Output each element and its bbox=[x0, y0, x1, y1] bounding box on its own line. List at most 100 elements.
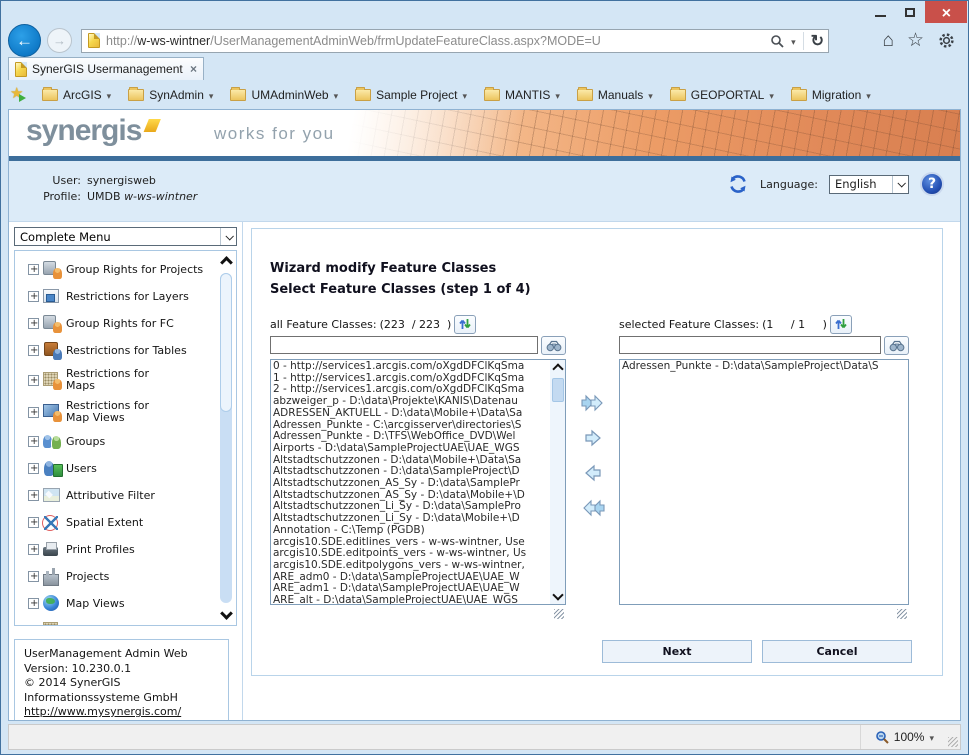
favorites-bar-star-icon[interactable] bbox=[10, 84, 28, 103]
print-profiles-icon bbox=[42, 540, 63, 559]
scrollbar-thumb[interactable] bbox=[551, 378, 564, 402]
expand-plus-icon[interactable] bbox=[28, 317, 39, 330]
expand-plus-icon[interactable] bbox=[28, 263, 39, 276]
minimize-button[interactable] bbox=[865, 1, 895, 23]
expand-plus-icon[interactable] bbox=[30, 624, 38, 625]
search-selected-button[interactable] bbox=[884, 336, 909, 355]
menu-mode-select[interactable]: Complete Menu bbox=[14, 227, 237, 246]
expand-plus-icon[interactable] bbox=[28, 435, 39, 448]
all-fc-scrollbar[interactable] bbox=[550, 360, 565, 604]
favorites-bar-item[interactable]: GEOPORTAL bbox=[669, 86, 774, 102]
profile-label: Profile: bbox=[43, 190, 81, 203]
expand-plus-icon[interactable] bbox=[28, 489, 39, 502]
help-button[interactable]: ? bbox=[920, 172, 944, 196]
feature-class-item[interactable]: arcgis10.SDE.editpolygons_vers - w-ws-wi… bbox=[273, 559, 565, 572]
window-resize-grip[interactable] bbox=[948, 737, 958, 747]
menu-tree-item[interactable]: Group Rights for FC bbox=[28, 314, 214, 333]
menu-item-label: Restrictions for Layers bbox=[66, 289, 189, 303]
feature-class-item[interactable]: Airports - D:\data\SampleProjectUAE\UAE_… bbox=[273, 442, 565, 455]
address-bar[interactable]: http://w-ws-wintner/UserManagementAdminW… bbox=[81, 28, 829, 53]
scrollbar-thumb[interactable] bbox=[220, 273, 232, 412]
back-button[interactable] bbox=[8, 24, 41, 57]
favorites-bar-item[interactable]: Sample Project bbox=[355, 86, 467, 102]
move-right-button[interactable] bbox=[580, 428, 606, 450]
menu-tree-item[interactable]: Projects bbox=[28, 567, 214, 586]
zoom-control[interactable]: 100% bbox=[859, 725, 934, 749]
feature-class-item[interactable]: Annotation - C:\Temp (PGDB) bbox=[273, 524, 565, 537]
menu-tree-item[interactable]: Spatial Extent bbox=[28, 513, 214, 532]
menu-tree-item[interactable]: Restrictions for Map Views bbox=[28, 400, 214, 424]
move-all-right-button[interactable] bbox=[580, 393, 606, 415]
expand-plus-icon[interactable] bbox=[28, 462, 39, 475]
menu-tree-item[interactable]: Restrictions for Layers bbox=[28, 287, 214, 306]
all-fc-listbox[interactable]: 0 - http://services1.arcgis.com/oXgdDFCl… bbox=[270, 359, 566, 605]
feature-class-item[interactable]: ARE_alt - D:\data\SampleProjectUAE\UAE_W… bbox=[273, 594, 565, 604]
menu-tree-scrollbar[interactable] bbox=[217, 252, 235, 624]
listbox-resize-grip[interactable] bbox=[554, 609, 564, 619]
favorites-bar-item[interactable]: UMAdminWeb bbox=[230, 86, 338, 102]
menu-tree-item[interactable]: Group Rights for Projects bbox=[28, 260, 214, 279]
selected-fc-search-input[interactable] bbox=[619, 336, 881, 354]
scroll-up-icon[interactable] bbox=[219, 256, 233, 269]
settings-gear-icon[interactable] bbox=[937, 31, 956, 50]
scroll-down-icon[interactable] bbox=[219, 607, 233, 620]
move-all-left-button[interactable] bbox=[580, 498, 606, 520]
sort-selected-button[interactable] bbox=[829, 314, 852, 334]
favorite-label: SynAdmin bbox=[149, 87, 204, 102]
refresh-page-icon[interactable] bbox=[811, 31, 824, 51]
expand-plus-icon[interactable] bbox=[28, 406, 39, 419]
scroll-down-icon[interactable] bbox=[551, 589, 564, 601]
expand-plus-icon[interactable] bbox=[28, 344, 39, 357]
menu-tree-item[interactable]: Print Profiles bbox=[28, 540, 214, 559]
search-dropdown-icon[interactable] bbox=[791, 34, 796, 48]
search-all-button[interactable] bbox=[541, 336, 566, 355]
feature-class-item[interactable]: 0 - http://services1.arcgis.com/oXgdDFCl… bbox=[273, 360, 565, 373]
menu-tree-item[interactable]: Attributive Filter bbox=[28, 486, 214, 505]
menu-tree-item[interactable]: Restrictions for Tables bbox=[28, 341, 214, 360]
synergis-link[interactable]: http://www.mysynergis.com/ bbox=[24, 705, 181, 718]
expand-plus-icon[interactable] bbox=[28, 374, 39, 387]
menu-tree-item[interactable]: Groups bbox=[28, 432, 214, 451]
sidebar: Complete Menu Group Rights for Projects bbox=[9, 222, 243, 720]
home-icon[interactable] bbox=[882, 30, 893, 52]
listbox-resize-grip[interactable] bbox=[897, 609, 907, 619]
menu-tree-item[interactable]: Users bbox=[28, 459, 214, 478]
left-arrow-icon bbox=[584, 464, 601, 482]
expand-plus-icon[interactable] bbox=[28, 516, 39, 529]
favorites-bar-item[interactable]: Manuals bbox=[576, 86, 653, 102]
menu-tree-item[interactable]: Maps bbox=[28, 621, 214, 625]
selected-feature-class-item[interactable]: Adressen_Punkte - D:\data\SampleProject\… bbox=[622, 360, 908, 373]
expand-plus-icon[interactable] bbox=[28, 570, 39, 583]
favorites-icon[interactable] bbox=[907, 29, 924, 52]
sort-all-button[interactable] bbox=[454, 314, 477, 334]
favorites-bar-item[interactable]: SynAdmin bbox=[128, 86, 213, 102]
favorites-bar-item[interactable]: Migration bbox=[790, 86, 871, 102]
menu-tree-item[interactable]: Restrictions for Maps bbox=[28, 368, 214, 392]
all-fc-search-input[interactable] bbox=[270, 336, 538, 354]
favorites-bar-item[interactable]: ArcGIS bbox=[42, 86, 111, 102]
forward-button[interactable] bbox=[47, 28, 72, 53]
tab-close-icon[interactable] bbox=[190, 62, 197, 76]
expand-plus-icon[interactable] bbox=[28, 597, 39, 610]
move-left-button[interactable] bbox=[580, 463, 606, 485]
map-user-icon bbox=[42, 371, 63, 390]
maximize-button[interactable] bbox=[895, 1, 925, 23]
forward-arrow-icon bbox=[53, 32, 66, 50]
cancel-button[interactable]: Cancel bbox=[762, 640, 912, 663]
reload-language-icon[interactable] bbox=[727, 173, 749, 195]
close-button[interactable] bbox=[925, 1, 967, 23]
next-button[interactable]: Next bbox=[602, 640, 752, 663]
language-select[interactable]: English bbox=[829, 174, 909, 194]
scroll-up-icon[interactable] bbox=[551, 363, 564, 375]
feature-class-item[interactable]: ADRESSEN_AKTUELL - D:\data\Mobile+\Data\… bbox=[273, 407, 565, 420]
menu-tree-item[interactable]: Map Views bbox=[28, 594, 214, 613]
scrollbar-track[interactable] bbox=[220, 273, 232, 603]
tab-synergis-usermanagement[interactable]: SynerGIS Usermanagement ... bbox=[8, 57, 204, 80]
expand-plus-icon[interactable] bbox=[28, 290, 39, 303]
selected-fc-listbox[interactable]: Adressen_Punkte - D:\data\SampleProject\… bbox=[619, 359, 909, 605]
expand-plus-icon[interactable] bbox=[28, 543, 39, 556]
feature-class-item[interactable]: Altstadtschutzzonen_AS_Sy - D:\data\Samp… bbox=[273, 477, 565, 490]
zoom-dropdown-icon[interactable] bbox=[929, 730, 934, 744]
search-icon[interactable] bbox=[770, 34, 784, 48]
favorites-bar-item[interactable]: MANTIS bbox=[484, 86, 560, 102]
